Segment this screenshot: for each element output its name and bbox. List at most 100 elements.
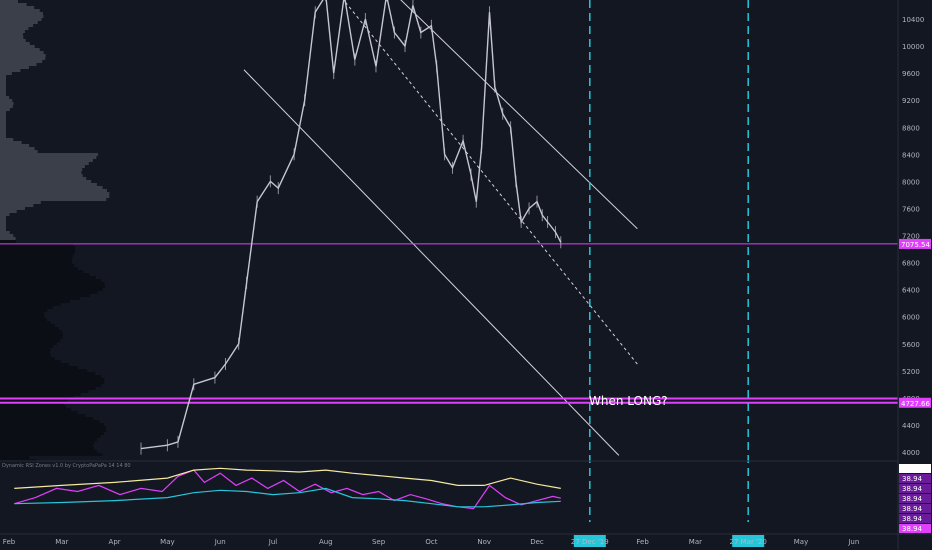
y-tick-label: 9200 bbox=[902, 97, 920, 105]
volume-profile-bar bbox=[0, 300, 71, 303]
volume-profile-bar bbox=[0, 57, 46, 60]
volume-profile-bar bbox=[0, 294, 90, 297]
volume-profile-bar bbox=[0, 360, 61, 363]
volume-profile-bar bbox=[0, 258, 72, 261]
volume-profile-bar bbox=[0, 339, 61, 342]
volume-profile-bar bbox=[0, 231, 10, 234]
volume-profile-bar bbox=[0, 327, 59, 330]
volume-profile-bar bbox=[0, 30, 25, 33]
volume-profile-bar bbox=[0, 441, 95, 444]
y-tick-label: 9600 bbox=[902, 70, 920, 78]
volume-profile-bar bbox=[0, 237, 16, 240]
volume-profile-bar bbox=[0, 393, 81, 396]
volume-profile-bar bbox=[0, 297, 81, 300]
x-tick-label: Mar bbox=[55, 538, 68, 546]
price-chart[interactable]: Dynamic RSI Zones v1.0 by CryptoPaPaPa 1… bbox=[0, 0, 932, 550]
volume-profile-bar bbox=[0, 63, 37, 66]
trend-channels bbox=[243, 0, 638, 456]
volume-profile-bar bbox=[0, 303, 61, 306]
volume-profile-bar bbox=[0, 288, 103, 291]
volume-profile-bar bbox=[0, 162, 89, 165]
volume-profile-bar bbox=[0, 318, 47, 321]
volume-profile-bar bbox=[0, 93, 6, 96]
y-tick-label: 10000 bbox=[902, 43, 924, 51]
volume-profile-bar bbox=[0, 225, 6, 228]
volume-profile-bar bbox=[0, 18, 42, 21]
volume-profile-bar bbox=[0, 252, 75, 255]
volume-profile-bar bbox=[0, 54, 46, 57]
volume-profile-bar bbox=[0, 132, 6, 135]
volume-profile-bar bbox=[0, 168, 83, 171]
volume-profile-bar bbox=[0, 354, 51, 357]
volume-profile-bar bbox=[0, 9, 40, 12]
rsi-series-line bbox=[14, 487, 561, 508]
volume-profile-bar bbox=[0, 204, 34, 207]
channel-line-lower bbox=[243, 69, 620, 456]
volume-profile-bar bbox=[0, 321, 51, 324]
volume-profile-bar bbox=[0, 81, 6, 84]
volume-profile-bar bbox=[0, 282, 105, 285]
volume-profile-bar bbox=[0, 219, 6, 222]
volume-profile-bar bbox=[0, 453, 103, 456]
volume-profile-bar bbox=[0, 69, 21, 72]
volume-profile-bar bbox=[0, 120, 6, 123]
chart-root: Dynamic RSI Zones v1.0 by CryptoPaPaPa 1… bbox=[0, 0, 932, 550]
x-tick-label: Jun bbox=[847, 538, 859, 546]
volume-profile-bar bbox=[0, 171, 82, 174]
volume-profile-bar bbox=[0, 312, 45, 315]
volume-profile-bar bbox=[0, 105, 13, 108]
volume-profile-bar bbox=[0, 51, 44, 54]
rsi-tag-label: 38.94 bbox=[902, 485, 923, 493]
price-line bbox=[140, 0, 562, 450]
volume-profile-bar bbox=[0, 417, 93, 420]
volume-profile-bar bbox=[0, 36, 24, 39]
volume-profile-bar bbox=[0, 27, 29, 30]
y-tick-label: 4400 bbox=[902, 422, 920, 430]
volume-profile-bar bbox=[0, 138, 14, 141]
volume-profile-bar bbox=[0, 126, 6, 129]
price-tag-label: 4727.66 bbox=[901, 400, 930, 408]
volume-profile-bar bbox=[0, 177, 87, 180]
volume-profile-bar bbox=[0, 180, 92, 183]
y-tick-label: 6000 bbox=[902, 314, 920, 322]
volume-profile-bar bbox=[0, 114, 6, 117]
volume-profile-bar bbox=[0, 267, 78, 270]
y-tick-label: 4000 bbox=[902, 449, 920, 457]
volume-profile-bar bbox=[0, 306, 53, 309]
volume-profile-bar bbox=[0, 186, 103, 189]
volume-profile bbox=[0, 0, 110, 462]
x-tick-label: Nov bbox=[477, 538, 491, 546]
volume-profile-bar bbox=[0, 75, 6, 78]
volume-profile-bar bbox=[0, 156, 97, 159]
volume-profile-bar bbox=[0, 195, 110, 198]
volume-profile-bar bbox=[0, 348, 51, 351]
volume-profile-bar bbox=[0, 447, 95, 450]
annotations: When LONG? bbox=[589, 394, 668, 408]
volume-profile-bar bbox=[0, 123, 6, 126]
volume-profile-bar bbox=[0, 21, 38, 24]
volume-profile-bar bbox=[0, 315, 45, 318]
volume-profile-bar bbox=[0, 0, 18, 3]
volume-profile-bar bbox=[0, 411, 78, 414]
rsi-indicator-pane: Dynamic RSI Zones v1.0 by CryptoPaPaPa 1… bbox=[0, 460, 898, 510]
volume-profile-bar bbox=[0, 456, 30, 459]
volume-profile-bar bbox=[0, 135, 6, 138]
volume-profile-bar bbox=[0, 15, 44, 18]
y-tick-label: 8000 bbox=[902, 178, 920, 186]
volume-profile-bar bbox=[0, 240, 16, 243]
volume-profile-bar bbox=[0, 372, 96, 375]
volume-profile-bar bbox=[0, 261, 73, 264]
volume-profile-bar bbox=[0, 369, 88, 372]
x-tick-label: 27 Dec '19 bbox=[571, 538, 609, 546]
y-tick-label: 5200 bbox=[902, 368, 920, 376]
volume-profile-bar bbox=[0, 234, 14, 237]
volume-profile-bar bbox=[0, 444, 94, 447]
volume-profile-bar bbox=[0, 183, 97, 186]
price-tag-label: 7075.54 bbox=[901, 241, 930, 249]
volume-profile-bar bbox=[0, 3, 27, 6]
volume-profile-bar bbox=[0, 249, 76, 252]
volume-profile-bar bbox=[0, 336, 63, 339]
volume-profile-bar bbox=[0, 324, 55, 327]
volume-profile-bar bbox=[0, 351, 50, 354]
volume-profile-bar bbox=[0, 450, 98, 453]
